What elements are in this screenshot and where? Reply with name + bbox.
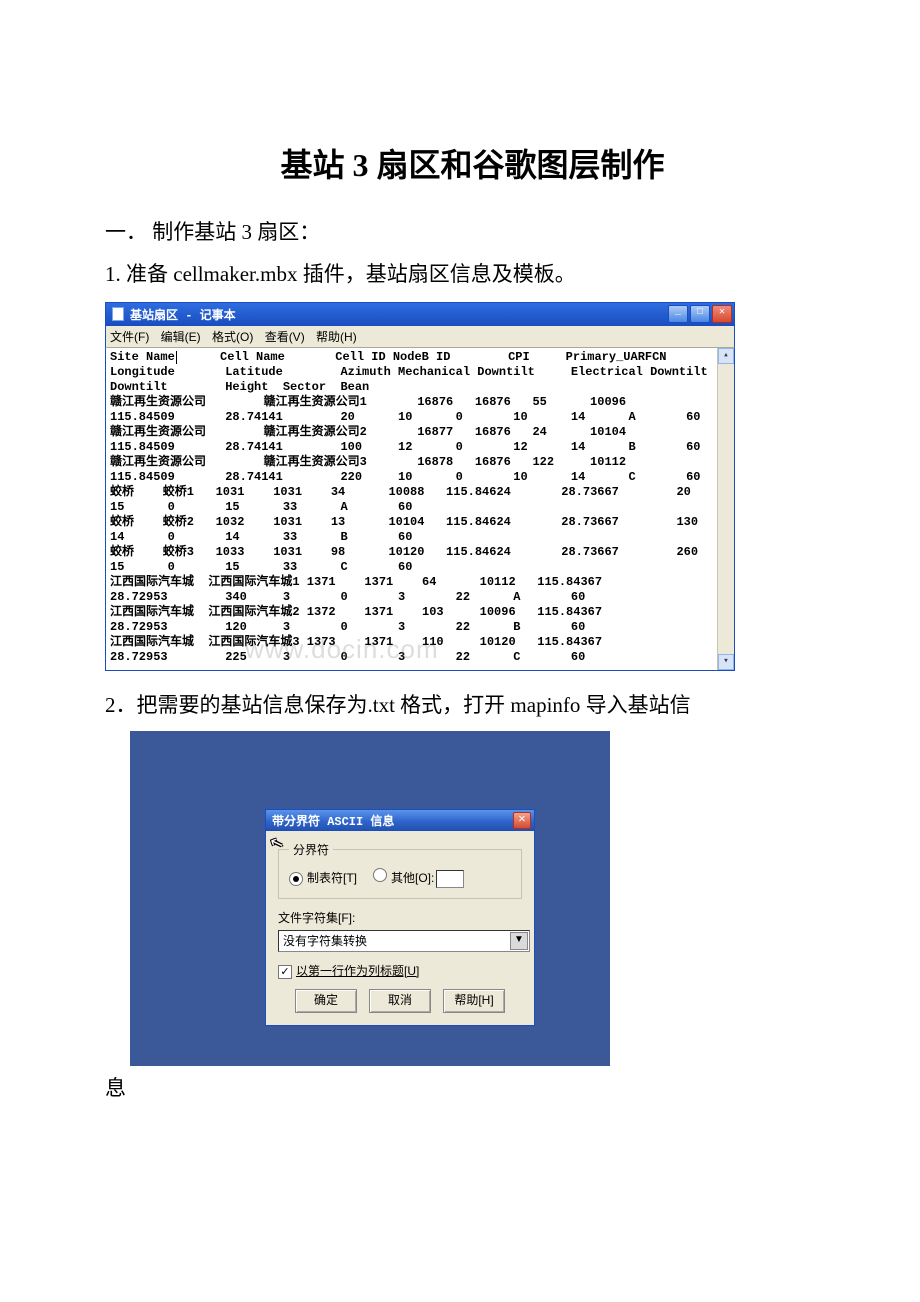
trailing-text: 息 — [105, 1072, 840, 1102]
page-title: 基站 3 扇区和谷歌图层制作 — [105, 140, 840, 186]
menu-edit[interactable]: 编辑(E) — [161, 330, 201, 344]
help-button[interactable]: 帮助[H] — [443, 989, 505, 1013]
scrollbar[interactable]: ▴ ▾ — [717, 348, 734, 670]
charset-value: 没有字符集转换 — [283, 932, 367, 949]
scroll-up-icon[interactable]: ▴ — [718, 348, 734, 364]
other-delimiter-input[interactable] — [436, 870, 464, 888]
cancel-button[interactable]: 取消 — [369, 989, 431, 1013]
radio-other[interactable]: 其他[O]: — [373, 868, 464, 888]
delimiter-group: 分界符 制表符[T] 其他[O]: — [278, 841, 522, 899]
notepad-icon — [112, 307, 124, 321]
notepad-body: Site Name Cell Name Cell ID NodeB ID CPI… — [105, 348, 735, 671]
menu-file[interactable]: 文件(F) — [110, 330, 149, 344]
notepad-title-text: 基站扇区 - 记事本 — [130, 306, 236, 323]
notepad-text[interactable]: Site Name Cell Name Cell ID NodeB ID CPI… — [106, 348, 734, 667]
notepad-window: 基站扇区 - 记事本 _ □ ✕ 文件(F) 编辑(E) 格式(O) 查看(V)… — [105, 302, 735, 671]
scroll-down-icon[interactable]: ▾ — [718, 654, 734, 670]
chevron-down-icon[interactable]: ▼ — [510, 932, 528, 950]
minimize-button[interactable]: _ — [668, 305, 688, 323]
ascii-dialog: 带分界符 ASCII 信息 ✕ ↖ 分界符 制表符[T] 其他[O]: 文件字符… — [265, 809, 535, 1026]
mapinfo-screenshot: 带分界符 ASCII 信息 ✕ ↖ 分界符 制表符[T] 其他[O]: 文件字符… — [130, 731, 610, 1066]
menu-view[interactable]: 查看(V) — [265, 330, 305, 344]
section-heading: 一． 制作基站 3 扇区： — [105, 216, 840, 246]
dialog-titlebar: 带分界符 ASCII 信息 ✕ — [265, 809, 535, 830]
dialog-title-text: 带分界符 ASCII 信息 — [272, 812, 394, 829]
ok-button[interactable]: 确定 — [295, 989, 357, 1013]
notepad-menubar: 文件(F) 编辑(E) 格式(O) 查看(V) 帮助(H) — [105, 325, 735, 348]
first-row-checkbox[interactable]: 以第一行作为列标题[U] — [278, 962, 522, 979]
delimiter-legend: 分界符 — [289, 841, 333, 858]
radio-tab[interactable]: 制表符[T] — [289, 869, 357, 886]
step-2: 2．把需要的基站信息保存为.txt 格式，打开 mapinfo 导入基站信 — [105, 689, 840, 719]
charset-select[interactable]: 没有字符集转换 ▼ — [278, 930, 530, 952]
notepad-titlebar: 基站扇区 - 记事本 _ □ ✕ — [105, 302, 735, 325]
menu-help[interactable]: 帮助(H) — [316, 330, 357, 344]
charset-label: 文件字符集[F]: — [278, 909, 522, 926]
maximize-button[interactable]: □ — [690, 305, 710, 323]
menu-format[interactable]: 格式(O) — [212, 330, 253, 344]
dialog-close-button[interactable]: ✕ — [513, 812, 531, 829]
close-button[interactable]: ✕ — [712, 305, 732, 323]
step-1: 1. 准备 cellmaker.mbx 插件，基站扇区信息及模板。 — [105, 258, 840, 288]
